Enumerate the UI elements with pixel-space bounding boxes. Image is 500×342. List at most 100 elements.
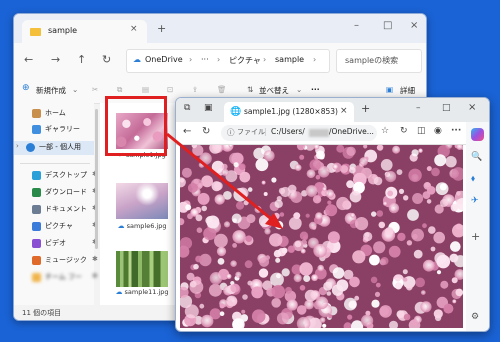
blossom-petal [403, 313, 411, 321]
blossom-petal [279, 212, 285, 217]
close-tab-icon[interactable]: × [130, 24, 138, 34]
blossom-petal [411, 149, 419, 157]
plus-icon: ⊕ [22, 83, 30, 93]
copy-icon[interactable]: ⧉ [117, 85, 122, 95]
blossom-petal [269, 233, 283, 247]
blossom-petal [371, 211, 377, 217]
highlight-callout-box [105, 96, 167, 156]
chevron-right-icon[interactable]: › [16, 142, 19, 150]
blossom-petal [403, 195, 409, 201]
blossom-petal [263, 192, 268, 196]
close-window-button[interactable]: × [410, 20, 418, 31]
details-button[interactable]: 詳細 [400, 85, 415, 96]
breadcrumb-ellipsis[interactable]: ··· [201, 55, 209, 64]
search-input[interactable]: sampleの検索 [336, 49, 422, 73]
explorer-tab-title: sample [48, 26, 78, 35]
blossom-petal [434, 154, 447, 167]
delete-icon[interactable]: 🗑 [217, 85, 227, 94]
send-icon[interactable]: ✈ [471, 196, 479, 206]
file-thumbnail-sample11[interactable] [116, 251, 168, 287]
blossom-petal [226, 295, 238, 307]
new-tab-button[interactable]: + [361, 102, 370, 115]
paste-icon[interactable]: ▤ [142, 85, 149, 94]
blossom-petal [451, 277, 458, 284]
sort-button[interactable]: 並べ替え [259, 85, 289, 96]
rename-icon[interactable]: ⊡ [167, 85, 173, 94]
breadcrumb-onedrive[interactable]: OneDrive [145, 55, 183, 64]
cloud-status-icon: ☁ [115, 288, 123, 296]
blossom-petal [326, 291, 332, 296]
close-tab-icon[interactable]: × [340, 106, 348, 116]
split-screen-icon[interactable]: ◫ [417, 126, 426, 136]
shopping-tag-icon[interactable]: ⬧ [471, 174, 475, 184]
blossom-petal [274, 221, 284, 230]
blossom-petal [430, 246, 436, 252]
blossom-petal [187, 213, 193, 220]
share-icon[interactable]: ⇪ [192, 85, 198, 94]
blossom-petal [450, 241, 461, 252]
blossom-petal [443, 303, 454, 314]
explorer-tab[interactable]: sample × [22, 20, 147, 43]
file-thumbnail-sample6[interactable] [116, 183, 168, 219]
refresh-icon[interactable]: ↻ [400, 126, 408, 136]
profile-icon[interactable]: ◉ [434, 126, 442, 136]
download-icon [32, 188, 41, 197]
favorite-star-icon[interactable]: ☆ [381, 126, 389, 136]
blossom-petal [415, 277, 425, 288]
blossom-petal [406, 240, 413, 246]
maximize-button[interactable]: □ [383, 20, 392, 31]
new-button[interactable]: 新規作成 [36, 85, 66, 96]
cut-icon[interactable]: ✂ [92, 85, 98, 94]
blossom-petal [313, 243, 327, 258]
up-button[interactable]: ↑ [77, 53, 86, 66]
blossom-petal [235, 271, 242, 278]
blossom-petal [369, 254, 380, 266]
refresh-button[interactable]: ↻ [102, 53, 111, 66]
sidebar-scrollbar[interactable] [95, 109, 98, 249]
cherry-blossom-graphic [180, 145, 463, 328]
blossom-petal [327, 200, 332, 205]
copilot-icon[interactable] [471, 128, 484, 141]
back-button[interactable]: ← [24, 53, 33, 66]
maximize-button[interactable]: □ [442, 103, 451, 113]
more-options-button[interactable]: ··· [311, 85, 320, 94]
minimize-button[interactable]: – [354, 20, 359, 31]
blossom-petal [244, 260, 253, 269]
more-options-button[interactable]: ··· [451, 126, 461, 136]
onedrive-cloud-icon: ☁ [133, 55, 141, 64]
blossom-petal [325, 189, 335, 199]
breadcrumb-pictures[interactable]: ピクチャ [229, 55, 261, 66]
blossom-petal [396, 169, 403, 175]
refresh-button[interactable]: ↻ [202, 126, 210, 137]
back-button[interactable]: ← [183, 126, 191, 137]
forward-button[interactable]: → [51, 53, 60, 66]
blossom-petal [263, 150, 275, 162]
browser-tab[interactable]: 🌐 sample1.jpg (1280×853) × [224, 102, 354, 122]
workspaces-icon[interactable]: ⧉ [184, 103, 190, 113]
new-tab-button[interactable]: + [157, 22, 166, 35]
blossom-petal [221, 168, 229, 176]
breadcrumb[interactable]: ☁ OneDrive › ··· › ピクチャ › sample › [126, 49, 330, 73]
close-window-button[interactable]: × [468, 102, 476, 113]
blossom-petal [413, 249, 423, 259]
search-icon[interactable]: 🔍 [471, 152, 482, 162]
breadcrumb-sample[interactable]: sample [275, 55, 304, 64]
sidebar-item-label: 一部 - 個人用 [39, 143, 81, 151]
url-tail: /OneDrive... [329, 127, 374, 136]
file-item-sample6[interactable]: ☁ sample6.jpg [114, 222, 170, 230]
minimize-button[interactable]: – [416, 103, 421, 113]
blossom-petal [275, 257, 281, 263]
blossom-petal [184, 304, 199, 319]
breadcrumb-chevron[interactable]: › [313, 55, 316, 64]
blossom-petal [216, 246, 227, 257]
add-icon[interactable]: + [471, 230, 480, 243]
sidebar-item-onedrive[interactable]: › 一部 - 個人用 [14, 141, 94, 155]
blossom-petal [232, 230, 246, 244]
home-icon [32, 109, 41, 118]
file-item-sample11[interactable]: ☁ sample11.jpg [114, 288, 170, 296]
blossom-petal [455, 288, 463, 297]
address-bar[interactable]: ⓘ ファイル | C:/Users/ /OneDrive... [221, 125, 377, 141]
settings-gear-icon[interactable]: ⚙ [471, 312, 479, 322]
breadcrumb-separator: › [189, 55, 193, 64]
tab-actions-icon[interactable]: ▣ [204, 103, 213, 113]
